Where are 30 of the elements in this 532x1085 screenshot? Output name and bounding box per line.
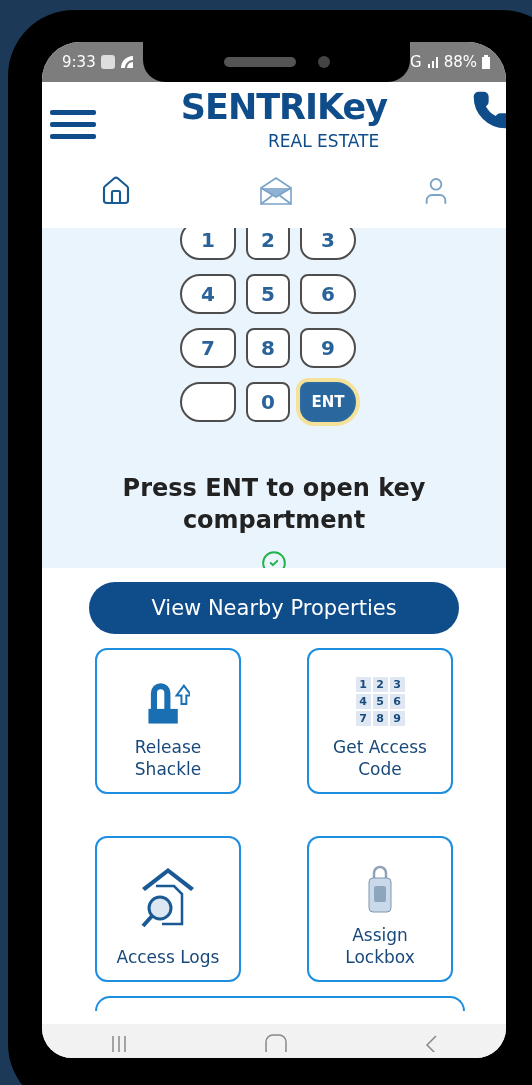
keypad-digit: 8	[372, 711, 388, 726]
keypad-key[interactable]: 3	[300, 228, 356, 260]
keypad-key[interactable]: 2	[246, 228, 290, 260]
network-type: G	[410, 53, 422, 71]
menu-tile[interactable]: Release Shackle	[95, 648, 241, 794]
battery-level: 88%	[443, 53, 477, 71]
keypad-key[interactable]: 9	[300, 328, 356, 368]
keypad-key[interactable]: 1	[180, 228, 236, 260]
keypad-digit: 7	[355, 711, 371, 726]
logo-subtitle: REAL ESTATE	[268, 130, 380, 152]
keypad-key[interactable]: 5	[246, 274, 290, 314]
keypad-key[interactable]: 7	[180, 328, 236, 368]
keypad-key[interactable]: 8	[246, 328, 290, 368]
keypad-digit: 6	[389, 694, 405, 709]
keypad-digit: 5	[372, 694, 388, 709]
menu-tile[interactable]: Assign Lockbox	[307, 836, 453, 982]
logo: SENTRIKey	[180, 86, 388, 129]
keypad-digit: 4	[355, 694, 371, 709]
keypad-key[interactable]: 6	[300, 274, 356, 314]
keypad-digit: 9	[389, 711, 405, 726]
menu-tile[interactable]: Access Logs	[95, 836, 241, 982]
status-time: 9:33	[62, 53, 96, 71]
keypad-digit: 2	[372, 677, 388, 692]
menu-tile[interactable]: 1 2 3 4 5 6 7 8 9 Get Access Code	[307, 648, 453, 794]
keypad-key[interactable]: 4	[180, 274, 236, 314]
keypad-digit: 3	[389, 677, 405, 692]
view-nearby-button[interactable]: View Nearby Properties	[89, 582, 459, 634]
instruction-text: Press ENT to open key compartment	[121, 473, 427, 536]
keypad-digit: 1	[355, 677, 371, 692]
keypad-key[interactable]: 0	[246, 382, 290, 422]
